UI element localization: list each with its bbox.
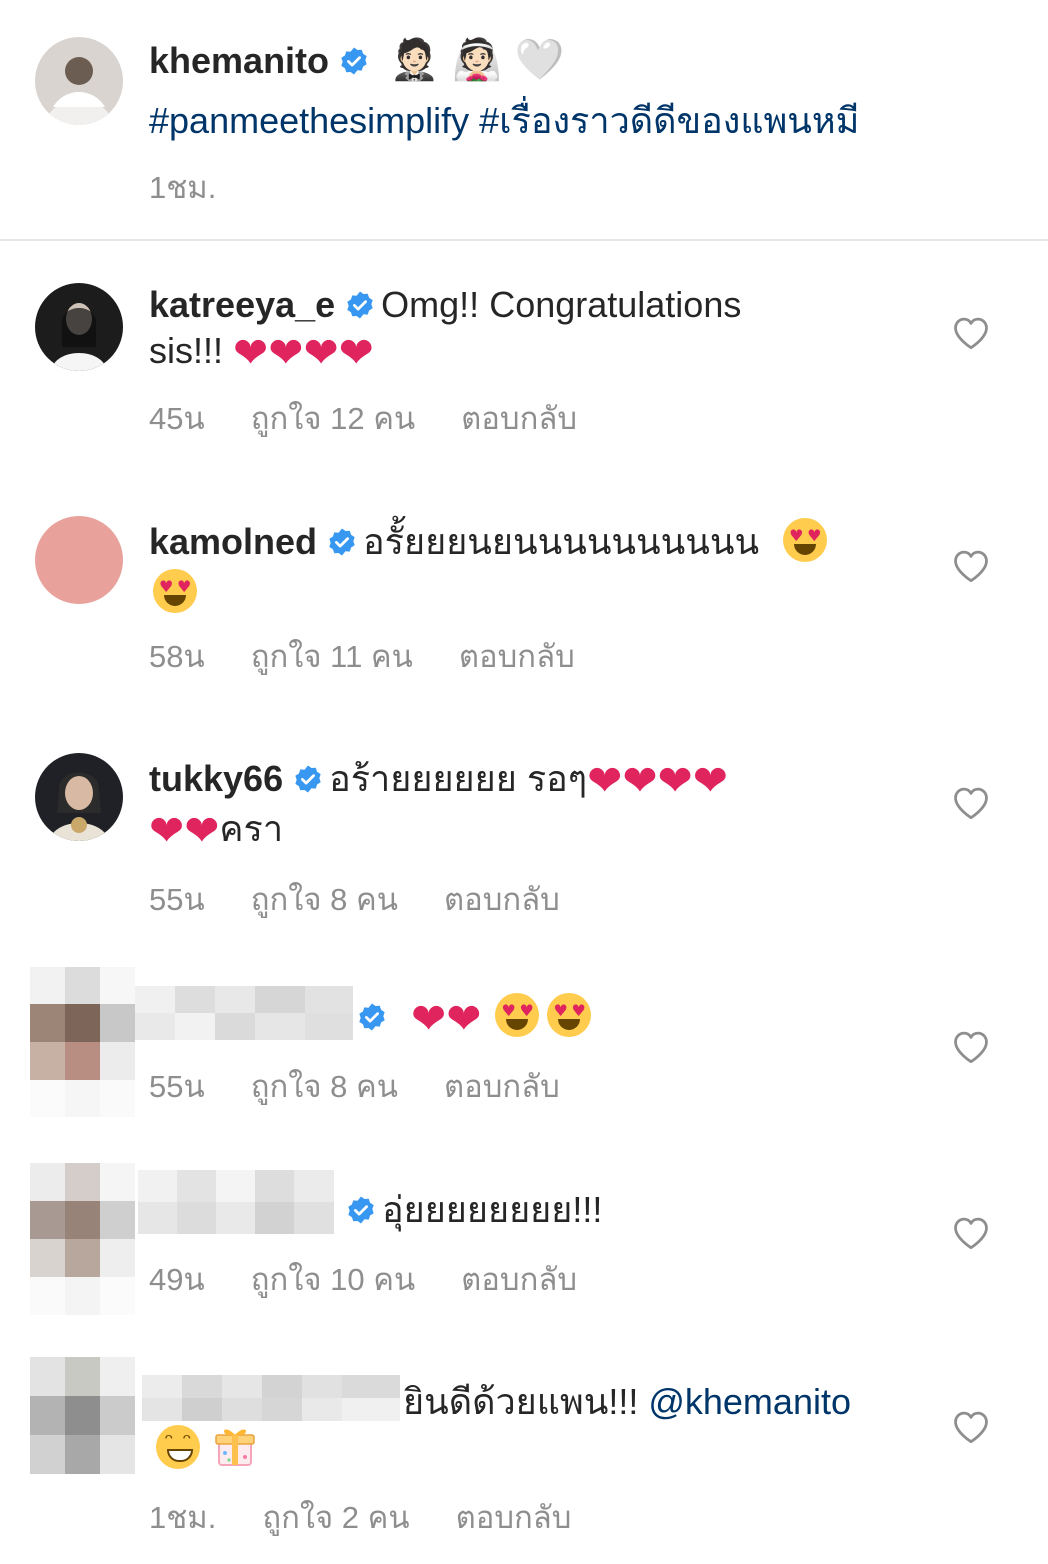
pixelated-avatar[interactable]: [30, 1163, 135, 1315]
comment-timestamp: 49น: [149, 1262, 205, 1297]
comment-username[interactable]: katreeya_e: [149, 284, 335, 325]
reply-button[interactable]: ตอบกลับ: [444, 874, 560, 924]
comment-meta: 1ชม. ถูกใจ 2 คน ตอบกลับ: [149, 1492, 571, 1542]
divider: [0, 239, 1048, 241]
comment-text: sis!!!: [149, 330, 224, 371]
post-header-line: khemanito 🤵🏻 👰🏻 🤍: [149, 36, 564, 83]
red-heart-emoji: ❤: [692, 756, 728, 805]
pixelated-avatar[interactable]: [30, 967, 135, 1117]
comment-avatar[interactable]: [35, 753, 123, 841]
reply-button[interactable]: ตอบกลับ: [459, 631, 575, 681]
heart-eyes-emoji: ♥ ♥: [153, 569, 197, 613]
comment-body: kamolned อรั้ยยยนยนนนนนนนนนน ♥ ♥ ♥ ♥: [149, 518, 949, 616]
red-heart-emoji: ❤: [622, 756, 658, 805]
heart-outline-icon[interactable]: [952, 1030, 990, 1064]
comment-meta: 49น ถูกใจ 10 คน ตอบกลับ: [149, 1254, 577, 1304]
heart-eyes-emoji: ♥ ♥: [547, 993, 592, 1037]
red-heart-emoji: ❤: [268, 328, 304, 377]
comment-text: ยินดีด้วยแพน!!!: [403, 1381, 639, 1422]
verified-badge-icon: [327, 527, 357, 557]
red-heart-emoji: ❤: [446, 994, 482, 1043]
comment-text: อุ่ยยยยยยยย!!!: [382, 1189, 603, 1230]
reply-button[interactable]: ตอบกลับ: [444, 1061, 560, 1111]
verified-badge-icon: [357, 1002, 387, 1032]
gift-emoji: [215, 1429, 256, 1466]
heart-outline-icon[interactable]: [952, 1216, 990, 1250]
comment-text: Omg!! Congratulations: [381, 284, 742, 325]
pixelated-username[interactable]: [135, 986, 353, 1040]
post-title-emojis: 🤵🏻 👰🏻 🤍: [389, 37, 565, 83]
red-heart-emoji: ❤: [184, 806, 220, 855]
comment-username[interactable]: kamolned: [149, 521, 317, 562]
post-timestamp: 1ชม.: [149, 170, 217, 205]
grinning-emoji: ᵔᵔ: [156, 1425, 200, 1469]
comment-body: ยินดีด้วยแพน!!! @khemanito: [403, 1379, 851, 1425]
comment-avatar[interactable]: [35, 283, 123, 371]
red-heart-emoji: ❤: [411, 994, 447, 1043]
comment-meta: 45น ถูกใจ 12 คน ตอบกลับ: [149, 393, 577, 443]
post-hashtags[interactable]: #panmeethesimplify #เรื่องราวดีดีของแพนห…: [149, 92, 859, 149]
comment-body: katreeya_e Omg!! Congratulations sis!!! ❤…: [149, 282, 949, 374]
comment-timestamp: 55น: [149, 882, 205, 917]
red-heart-emoji: ❤: [657, 756, 693, 805]
comment-body: ❤❤ ♥ ♥ ♥ ♥: [357, 993, 595, 1040]
comment-likes-count[interactable]: ถูกใจ 12 คน: [251, 393, 415, 443]
verified-badge-icon: [345, 290, 375, 320]
reply-button[interactable]: ตอบกลับ: [461, 393, 577, 443]
pixelated-username[interactable]: [138, 1170, 334, 1234]
reply-button[interactable]: ตอบกลับ: [461, 1254, 577, 1304]
pixelated-avatar[interactable]: [30, 1357, 135, 1474]
red-heart-emoji: ❤: [233, 328, 269, 377]
comment-likes-count[interactable]: ถูกใจ 8 คน: [251, 1061, 398, 1111]
heart-outline-icon[interactable]: [952, 1410, 990, 1444]
comment-username[interactable]: tukky66: [149, 758, 283, 799]
comment-likes-count[interactable]: ถูกใจ 11 คน: [251, 631, 413, 681]
comment-text: อร้ายยยยยย รอๆ: [329, 758, 588, 799]
comment-timestamp: 45น: [149, 401, 205, 436]
heart-eyes-emoji: ♥ ♥: [783, 518, 828, 562]
reply-button[interactable]: ตอบกลับ: [456, 1492, 572, 1542]
comment-meta: 55น ถูกใจ 8 คน ตอบกลับ: [149, 874, 560, 924]
red-heart-emoji: ❤: [587, 756, 623, 805]
mention-link[interactable]: @khemanito: [648, 1381, 851, 1422]
comment-timestamp: 55น: [149, 1069, 205, 1104]
heart-outline-icon[interactable]: [952, 316, 990, 350]
comment-meta: 55น ถูกใจ 8 คน ตอบกลับ: [149, 1061, 560, 1111]
red-heart-emoji: ❤: [149, 806, 185, 855]
verified-badge-icon: [339, 46, 369, 76]
comment-timestamp: 58น: [149, 639, 205, 674]
red-heart-emoji: ❤: [338, 328, 374, 377]
post-author-username[interactable]: khemanito: [149, 40, 329, 81]
comment-text: ครา: [219, 808, 284, 849]
comment-emoji-line: ᵔᵔ: [152, 1423, 258, 1469]
comment-likes-count[interactable]: ถูกใจ 10 คน: [251, 1254, 415, 1304]
verified-badge-icon: [346, 1195, 376, 1225]
comment-text: อรั้ยยยนยนนนนนนนนนน: [363, 521, 760, 562]
comment-likes-count[interactable]: ถูกใจ 8 คน: [251, 874, 398, 924]
red-heart-emoji: ❤: [303, 328, 339, 377]
comment-body: tukky66 อร้ายยยยยย รอๆ❤❤❤❤ ❤❤ครา: [149, 756, 949, 852]
comment-likes-count[interactable]: ถูกใจ 2 คน: [262, 1492, 409, 1542]
pixelated-username[interactable]: [142, 1375, 400, 1421]
comment-meta: 58น ถูกใจ 11 คน ตอบกลับ: [149, 631, 575, 681]
comment-avatar[interactable]: [35, 516, 123, 604]
comment-body: อุ่ยยยยยยยย!!!: [346, 1187, 602, 1233]
post-meta: 1ชม.: [149, 162, 216, 212]
verified-badge-icon: [293, 764, 323, 794]
post-author-avatar[interactable]: [35, 37, 123, 125]
heart-outline-icon[interactable]: [952, 549, 990, 583]
comment-timestamp: 1ชม.: [149, 1500, 217, 1535]
heart-eyes-emoji: ♥ ♥: [495, 993, 540, 1037]
heart-outline-icon[interactable]: [952, 786, 990, 820]
